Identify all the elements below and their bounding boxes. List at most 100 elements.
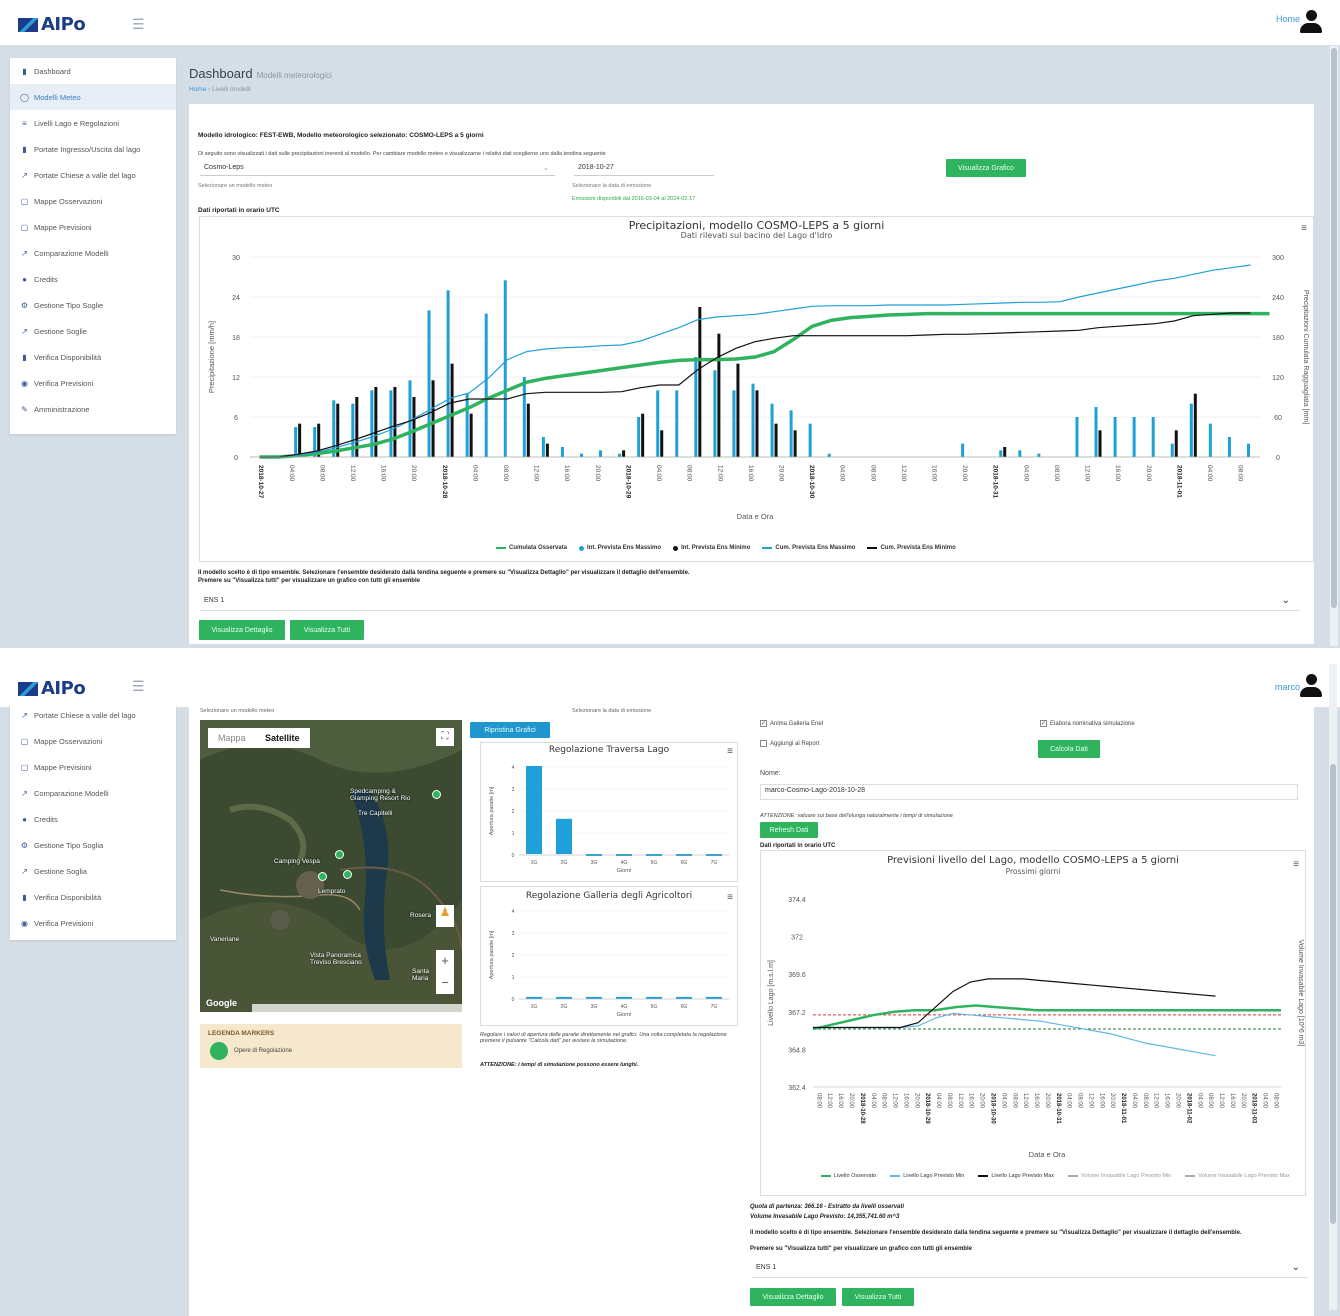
intro-text: Di seguito sono visualizzati i dati sull…: [198, 151, 606, 157]
sidebar-item[interactable]: ✎ Amministrazione: [10, 396, 176, 422]
sidebar-item[interactable]: ◉ Verifica Previsioni: [10, 910, 176, 936]
x-tick-label: 12:00: [826, 1093, 832, 1109]
scrollbar[interactable]: [1329, 664, 1337, 1310]
sidebar-item[interactable]: ▢ Mappe Osservazioni: [10, 728, 176, 754]
sidebar-item[interactable]: ↗ Gestione Soglie: [10, 318, 176, 344]
map-marker[interactable]: [318, 872, 327, 881]
satellite-map[interactable]: Mappa Satellite ⛶ Spedcamping & Glamping…: [200, 720, 462, 1012]
map-marker[interactable]: [335, 850, 344, 859]
fullscreen-icon[interactable]: ⛶: [436, 728, 454, 746]
zoom-in-icon[interactable]: +: [436, 950, 454, 972]
sidebar-item[interactable]: ⚙ Gestione Tipo Soglie: [10, 292, 176, 318]
ensemble-select[interactable]: ENS 1 ⌄: [200, 595, 1300, 611]
sidebar-item[interactable]: ↗ Portate Chiese a valle del lago: [10, 702, 176, 728]
sidebar-item[interactable]: ◯ Modelli Meteo: [10, 84, 176, 110]
checkbox-icon[interactable]: [760, 740, 767, 747]
user-name[interactable]: marco: [1275, 682, 1300, 692]
bar: [732, 390, 736, 457]
ensemble-select[interactable]: ENS 1 ⌄: [752, 1262, 1308, 1278]
bottom-header: AIPo ☰ marco: [0, 656, 1340, 708]
lake-level-chart: Previsioni livello del Lago, modello COS…: [760, 850, 1306, 1196]
menu-toggle-icon[interactable]: ☰: [132, 678, 145, 695]
sidebar-item-icon: ⚙: [20, 300, 29, 310]
sidebar-item[interactable]: ▮ Dashboard: [10, 58, 176, 84]
sidebar-item[interactable]: ▮ Portate Ingresso/Uscita dal lago: [10, 136, 176, 162]
x-tick-label: 04:00: [1066, 1093, 1072, 1109]
sidebar-item[interactable]: ▢ Mappe Previsioni: [10, 214, 176, 240]
street-view-icon[interactable]: ♟: [436, 905, 454, 927]
report-checkbox[interactable]: Aggiungi al Report: [760, 740, 819, 747]
legend-item[interactable]: Livello Lago Previsto Min: [890, 1173, 964, 1179]
legend-item[interactable]: Livello Lago Previsto Max: [978, 1173, 1054, 1179]
legend-item[interactable]: Cum. Prevista Ens Minimo: [867, 545, 956, 551]
sidebar-item[interactable]: ▢ Mappe Previsioni: [10, 754, 176, 780]
legend-item[interactable]: Int. Prevista Ens Massimo: [579, 545, 661, 551]
sidebar-item[interactable]: ⚙ Gestione Tipo Soglia: [10, 832, 176, 858]
visualizza-dettaglio-button[interactable]: Visualizza Dettaglio: [750, 1288, 836, 1306]
sidebar-item-label: Modelli Meteo: [34, 92, 81, 102]
galleria-checkbox[interactable]: ✓ Anima Galleria Enel: [760, 720, 823, 727]
sidebar-item[interactable]: ▮ Verifica Disponibilità: [10, 884, 176, 910]
bar: [503, 280, 507, 457]
calcola-dati-button[interactable]: Calcola Dati: [1038, 740, 1100, 758]
sidebar-item-icon: ↗: [21, 866, 28, 876]
checkbox-checked-icon[interactable]: ✓: [1040, 720, 1047, 727]
series-line: [259, 264, 1251, 458]
legend-swatch: [1068, 1175, 1079, 1177]
visualizza-tutti-button[interactable]: Visualizza Tutti: [290, 620, 364, 640]
user-avatar-icon[interactable]: [1300, 10, 1322, 34]
legend-label: Cum. Prevista Ens Minimo: [880, 545, 956, 551]
scrollbar[interactable]: [1330, 46, 1338, 646]
sidebar-item[interactable]: ▮ Verifica Disponibilità: [10, 344, 176, 370]
menu-toggle-icon[interactable]: ☰: [132, 16, 145, 33]
sidebar-item-label: Mappe Osservazioni: [34, 196, 103, 206]
sidebar-item[interactable]: ↗ Comparazione Modelli: [10, 240, 176, 266]
zoom-out-icon[interactable]: −: [436, 972, 454, 994]
y-tick-label: 18: [232, 335, 240, 342]
logo-text[interactable]: AIPo: [41, 678, 86, 699]
sidebar-item[interactable]: ≡ Livelli Lago e Regolazioni: [10, 110, 176, 136]
sidebar-item[interactable]: ◉ Verifica Previsioni: [10, 370, 176, 396]
page-title: Dashboard Modelli meteorologici: [189, 66, 332, 81]
user-name[interactable]: Home: [1276, 14, 1300, 24]
ripristina-grafici-button[interactable]: Ripristina Grafici: [470, 722, 550, 738]
checkbox-checked-icon[interactable]: ✓: [760, 720, 767, 727]
model-select[interactable]: Cosmo-Leps ⌄: [200, 162, 555, 176]
sidebar-item[interactable]: ● Credits: [10, 806, 176, 832]
map-marker[interactable]: [432, 790, 441, 799]
sidebar-item[interactable]: ● Credits: [10, 266, 176, 292]
legend-item[interactable]: Cum. Prevista Ens Massimo: [762, 545, 855, 551]
date-select[interactable]: 2018-10-27: [574, 162, 714, 176]
name-input[interactable]: marco-Cosmo-Lago-2018-10-28: [760, 784, 1298, 800]
legend-item[interactable]: Volume Invasabile Lago Previsto Max: [1185, 1173, 1290, 1179]
map-marker[interactable]: [343, 870, 352, 879]
y-tick-label: 6: [234, 415, 238, 422]
legend-item[interactable]: Cumulata Osservata: [496, 545, 567, 551]
ensemble-note: Il modello scelto è di tipo ensemble. Se…: [750, 1230, 1242, 1236]
visualizza-tutti-button[interactable]: Visualizza Tutti: [842, 1288, 914, 1306]
legend-item[interactable]: Livello Osservato: [821, 1173, 876, 1179]
bar: [541, 437, 545, 457]
user-avatar-icon[interactable]: [1300, 674, 1322, 698]
refresh-dati-button[interactable]: Refresh Dati: [760, 822, 818, 838]
x-tick-label: 7G: [711, 1004, 718, 1010]
map-tab[interactable]: Mappa: [208, 728, 256, 748]
x-tick-label: 4G: [621, 860, 628, 866]
simulazione-checkbox[interactable]: ✓ Elabora nominativa simulazione: [1040, 720, 1135, 727]
visualizza-dettaglio-button[interactable]: Visualizza Dettaglio: [199, 620, 285, 640]
legend-item[interactable]: Int. Prevista Ens Minimo: [673, 545, 750, 551]
sidebar-item[interactable]: ▢ Mappe Osservazioni: [10, 188, 176, 214]
sidebar-item[interactable]: ↗ Comparazione Modelli: [10, 780, 176, 806]
sidebar-item[interactable]: ↗ Portate Chiese a valle del lago: [10, 162, 176, 188]
visualizza-grafico-button[interactable]: Visualizza Grafico: [946, 159, 1026, 177]
sidebar-item[interactable]: ↗ Gestione Soglia: [10, 858, 176, 884]
satellite-tab[interactable]: Satellite: [255, 728, 310, 748]
y2-axis-label: Volume Invasabile Lago [10^6 m3]: [1297, 940, 1304, 1047]
app-logo[interactable]: AIPo: [18, 14, 86, 35]
x-tick-label: 16:00: [380, 465, 387, 482]
zoom-controls[interactable]: + −: [436, 950, 454, 994]
bar: [618, 453, 622, 457]
x-tick-label: 16:00: [563, 465, 570, 482]
legend-item[interactable]: Volume Invasabile Lago Previsto Min: [1068, 1173, 1171, 1179]
breadcrumb-home[interactable]: Home: [189, 86, 206, 93]
